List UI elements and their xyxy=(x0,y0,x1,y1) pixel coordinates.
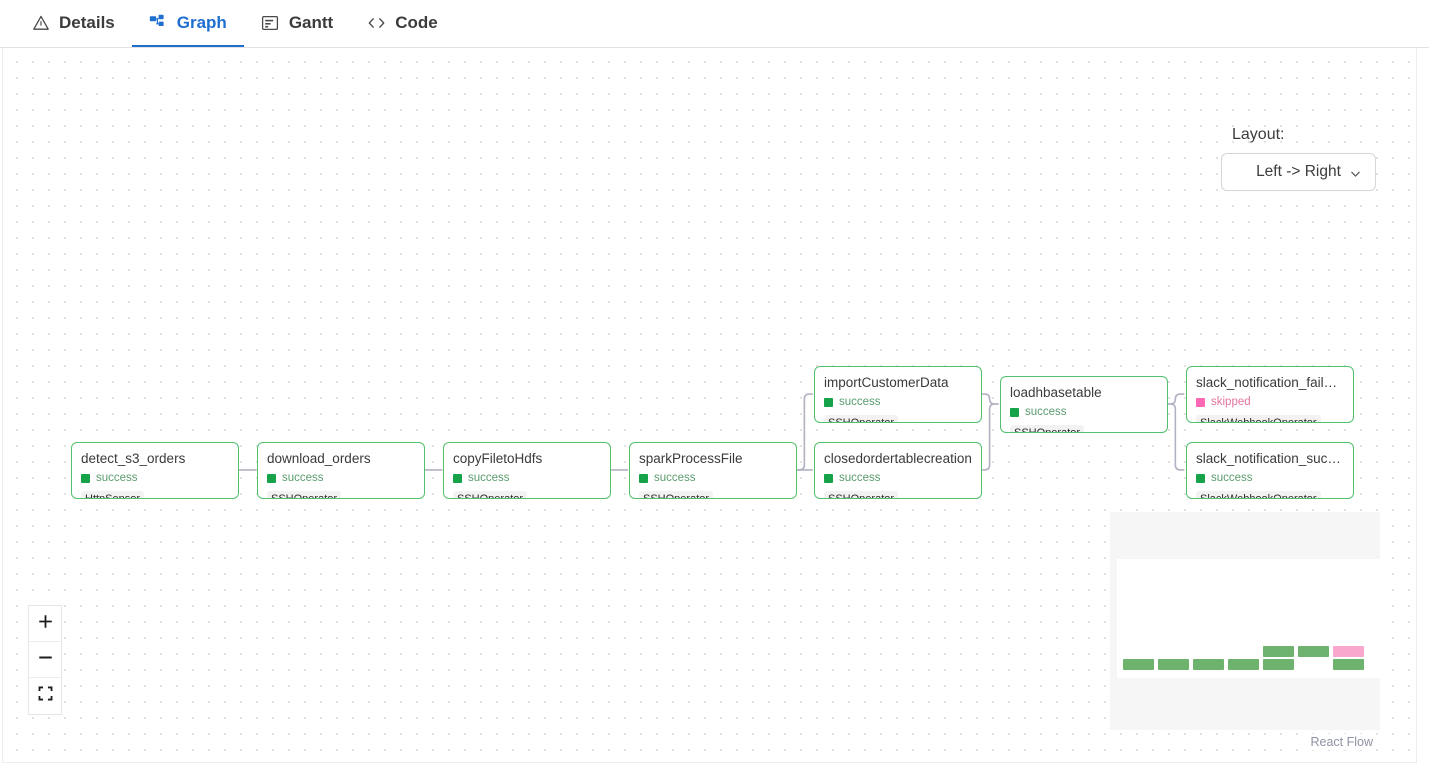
node-status: success xyxy=(453,471,601,485)
tab-details[interactable]: Details xyxy=(14,0,132,48)
node-operator-badge: SSHOperator xyxy=(639,491,714,498)
node-status-label: skipped xyxy=(1211,396,1251,408)
status-dot-icon xyxy=(824,397,833,407)
minimap-node xyxy=(1333,659,1364,670)
node-status-label: success xyxy=(839,396,881,408)
node-status: success xyxy=(824,471,972,485)
minimap-node xyxy=(1228,659,1259,670)
status-dot-icon xyxy=(267,473,276,483)
node-operator-badge: SlackWebhookOperator xyxy=(1196,415,1321,422)
minimap-node xyxy=(1333,646,1364,657)
node-status: success xyxy=(639,471,787,485)
node-status-label: success xyxy=(282,472,324,484)
graph-minimap[interactable] xyxy=(1110,512,1382,730)
graph-edge xyxy=(980,403,999,471)
minimap-node xyxy=(1298,646,1329,657)
graph-node[interactable]: sparkProcessFile success SSHOperator xyxy=(629,442,797,499)
react-flow-attribution[interactable]: React Flow xyxy=(1307,734,1376,750)
node-status-label: success xyxy=(654,472,696,484)
tab-code[interactable]: Code xyxy=(350,0,455,48)
minimap-node xyxy=(1123,659,1154,670)
angle-brackets-icon xyxy=(367,13,386,32)
tab-graph[interactable]: Graph xyxy=(131,0,244,48)
layout-select-value: Left -> Right xyxy=(1256,163,1341,180)
node-operator-badge: SlackWebhookOperator xyxy=(1196,491,1321,498)
warning-triangle-icon xyxy=(31,13,50,32)
layout-select[interactable]: Left -> Right xyxy=(1221,153,1376,191)
tab-gantt-label: Gantt xyxy=(288,12,334,32)
node-title: download_orders xyxy=(267,451,371,466)
node-title: copyFiletoHdfs xyxy=(453,451,543,466)
node-status: success xyxy=(267,471,415,485)
minimap-viewport[interactable] xyxy=(1117,559,1382,678)
graph-edge xyxy=(980,393,999,405)
tab-code-label: Code xyxy=(395,12,438,32)
graph-node[interactable]: slack_notification_success_...success Sla… xyxy=(1186,442,1354,499)
tab-gantt[interactable]: Gantt xyxy=(244,0,350,48)
node-title: detect_s3_orders xyxy=(81,451,186,466)
node-title: closedordertablecreation xyxy=(824,451,972,466)
node-status-label: success xyxy=(1211,472,1253,484)
minus-icon xyxy=(37,649,54,671)
view-tabbar: Details Graph Gantt Code xyxy=(0,0,1429,48)
graph-node[interactable]: importCustomerData success SSHOperator xyxy=(814,366,982,423)
node-status: success xyxy=(824,395,972,409)
graph-node[interactable]: slack_notification_failure_taskskipped Sl… xyxy=(1186,366,1354,423)
tab-details-label: Details xyxy=(59,12,115,32)
node-status: skipped xyxy=(1196,395,1344,409)
gantt-chart-icon xyxy=(261,13,280,32)
graph-edge xyxy=(795,393,813,471)
graph-controls xyxy=(28,605,62,715)
node-operator-badge: SSHOperator xyxy=(824,491,899,498)
status-dot-icon xyxy=(1196,473,1205,483)
graph-node[interactable]: copyFiletoHdfs success SSHOperator xyxy=(443,442,611,499)
node-operator-badge: HttpSensor xyxy=(81,491,145,498)
minimap-node xyxy=(1193,659,1224,670)
layout-label: Layout: xyxy=(1232,126,1285,143)
plus-icon xyxy=(37,613,54,635)
node-status-label: success xyxy=(839,472,881,484)
fit-view-icon xyxy=(37,685,54,707)
graph-canvas[interactable]: detect_s3_orders success HttpSensor downloa… xyxy=(2,48,1417,763)
graph-node[interactable]: closedordertablecreation success SSHOperat… xyxy=(814,442,982,499)
graph-edge xyxy=(1166,403,1185,471)
zoom-in-button[interactable] xyxy=(29,606,61,642)
tab-graph-label: Graph xyxy=(176,12,227,32)
node-title: sparkProcessFile xyxy=(639,451,743,466)
minimap-node xyxy=(1263,646,1294,657)
graph-node[interactable]: download_orderssuccess SSHOperator xyxy=(257,442,425,499)
node-title: loadhbasetable xyxy=(1010,385,1102,400)
node-title: importCustomerData xyxy=(824,375,949,390)
node-title: slack_notification_failure_task xyxy=(1196,375,1344,390)
graph-node[interactable]: detect_s3_orderssuccess HttpSensor xyxy=(71,442,239,499)
node-status-label: success xyxy=(96,472,138,484)
node-status: success xyxy=(1196,471,1344,485)
status-dot-icon xyxy=(639,473,648,483)
graph-canvas-wrapper: detect_s3_orders success HttpSensor downloa… xyxy=(0,48,1429,779)
node-operator-badge: SSHOperator xyxy=(824,415,899,422)
chevron-down-icon xyxy=(1350,167,1361,178)
node-status: success xyxy=(1010,405,1158,419)
zoom-out-button[interactable] xyxy=(29,642,61,678)
node-title: slack_notification_success_... xyxy=(1196,451,1344,466)
status-dot-icon xyxy=(81,473,90,483)
node-operator-badge: SSHOperator xyxy=(267,491,342,498)
node-status-label: success xyxy=(1025,406,1067,418)
status-dot-icon xyxy=(824,473,833,483)
minimap-node xyxy=(1158,659,1189,670)
status-dot-icon xyxy=(1196,397,1205,407)
minimap-node xyxy=(1263,659,1294,670)
graph-edge xyxy=(1166,393,1185,405)
node-operator-badge: SSHOperator xyxy=(1010,425,1085,432)
status-dot-icon xyxy=(1010,407,1019,417)
fit-view-button[interactable] xyxy=(29,678,61,714)
layout-panel: Layout: Left -> Right xyxy=(1221,126,1376,191)
graph-node[interactable]: loadhbasetable success SSHOperator xyxy=(1000,376,1168,433)
status-dot-icon xyxy=(453,473,462,483)
node-operator-badge: SSHOperator xyxy=(453,491,528,498)
node-status: success xyxy=(81,471,229,485)
node-status-label: success xyxy=(468,472,510,484)
sitemap-icon xyxy=(149,13,168,32)
